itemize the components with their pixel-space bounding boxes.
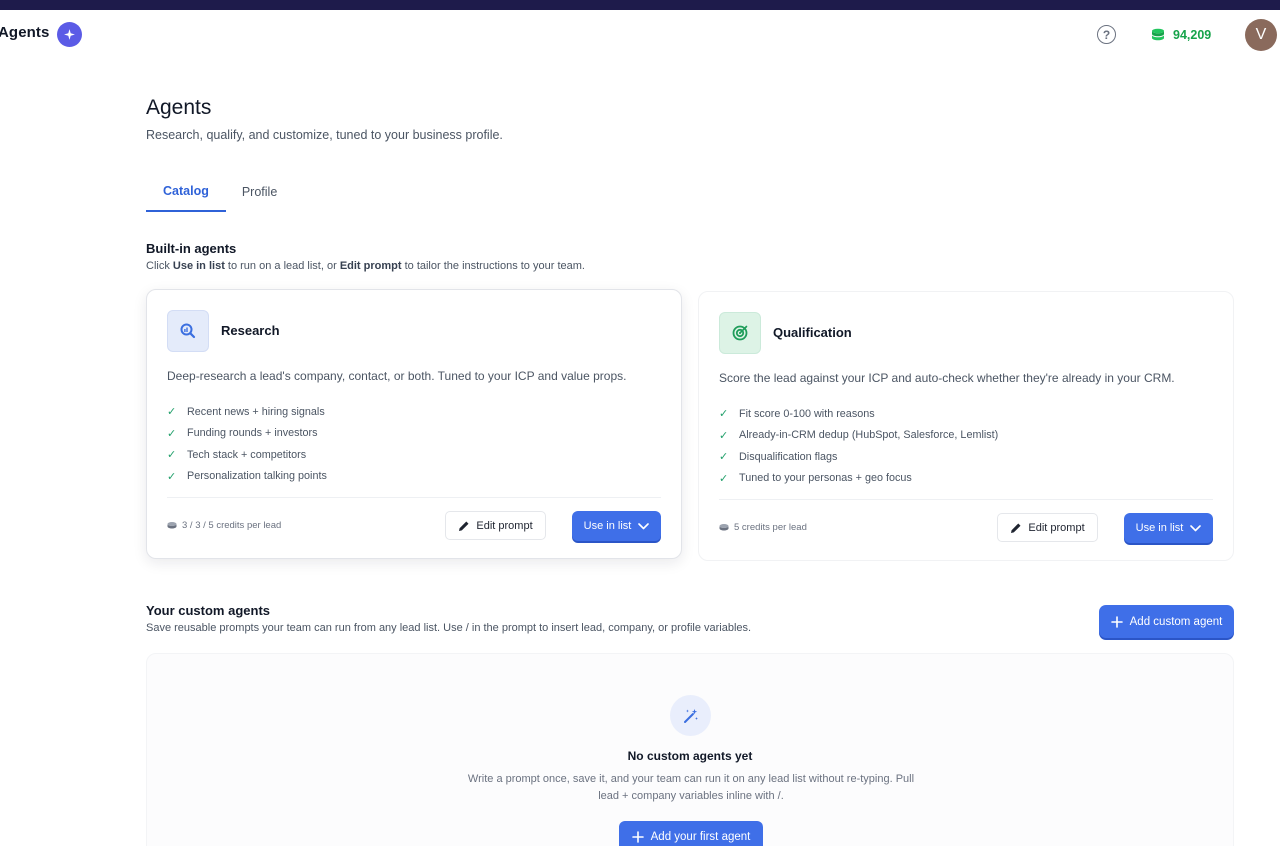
card-description: Deep-research a lead's company, contact,… [167,369,627,383]
card-footer: 5 credits per lead Edit prompt Use in li… [719,512,1213,544]
edit-prompt-button[interactable]: Edit prompt [997,513,1098,542]
edit-prompt-button[interactable]: Edit prompt [445,511,546,540]
pencil-icon [1011,523,1021,533]
top-header: Agents ? 94,209 V [0,10,1280,60]
feature-list: ✓ Recent news + hiring signals ✓ Funding r… [167,401,327,487]
credit-cost: 5 credits per lead [719,522,807,533]
check-icon: ✓ [167,427,177,440]
pencil-icon [459,521,469,531]
page-title: Agents [146,96,212,119]
use-in-list-button[interactable]: Use in list [572,511,661,541]
list-item: ✓ Fit score 0-100 with reasons [719,407,875,421]
custom-agents-desc: Save reusable prompts your team can run … [146,622,752,634]
search-chart-icon [180,323,196,339]
coins-stack-icon [1152,28,1164,41]
add-first-agent-button[interactable]: Add your first agent [619,821,763,846]
builtin-agents-desc: Click Use in list to run on a lead list,… [146,260,585,272]
qualification-agent-card: Qualification Score the lead against you… [698,291,1234,561]
magic-wand-icon [683,708,698,723]
credits-balance[interactable]: 94,209 [1150,25,1211,45]
chevron-down-icon [1190,524,1202,531]
check-icon: ✓ [167,470,177,483]
feature-list: ✓ Fit score 0-100 with reasons ✓ Already-i… [719,403,998,489]
check-icon: ✓ [719,472,729,485]
check-icon: ✓ [719,429,729,442]
list-item: ✓ Recent news + hiring signals [167,405,325,419]
use-in-list-button[interactable]: Use in list [1124,513,1213,543]
custom-agents-empty-state: No custom agents yet Write a prompt once… [146,653,1234,846]
sparkle-button[interactable] [57,22,82,47]
list-item: ✓ Funding rounds + investors [167,427,318,440]
check-icon: ✓ [167,406,177,419]
avatar[interactable]: V [1245,19,1277,51]
custom-agents-title: Your custom agents [146,603,271,618]
question-circle-icon[interactable]: ? [1097,25,1116,44]
card-footer: 3 / 3 / 5 credits per lead Edit prompt U… [167,510,661,542]
sparkle-icon [64,29,75,40]
check-icon: ✓ [167,449,177,462]
qualification-icon-tile [719,312,761,354]
plus-icon [631,831,644,843]
coin-icon [719,524,729,531]
list-item: ✓ Already-in-CRM dedup (HubSpot, Salesfor… [719,429,999,442]
card-title: Qualification [773,325,852,340]
list-item: ✓ Disqualification flags [719,450,838,464]
card-title: Research [221,323,280,338]
divider [719,499,1213,500]
credits-value: 94,209 [1173,28,1212,42]
empty-state-description: Write a prompt once, save it, and your t… [467,773,915,802]
list-item: ✓ Personalization talking points [167,470,327,483]
check-icon: ✓ [719,451,729,464]
credit-cost: 3 / 3 / 5 credits per lead [167,520,281,531]
card-description: Score the lead against your ICP and auto… [719,371,1175,385]
builtin-agents-title: Built-in agents [146,241,237,256]
empty-state-icon-badge [670,695,711,736]
list-item: ✓ Tech stack + competitors [167,448,307,462]
check-icon: ✓ [719,408,729,421]
tab-profile[interactable]: Profile [226,172,294,212]
list-item: ✓ Tuned to your personas + geo focus [719,472,912,485]
window-top-strip [0,0,1280,10]
page-subtitle: Research, qualify, and customize, tuned … [146,128,503,142]
coin-icon [167,522,177,529]
empty-state-title: No custom agents yet [627,749,753,763]
research-agent-card: Research Deep-research a lead's company,… [146,289,682,559]
plus-icon [1110,615,1123,628]
add-custom-agent-button[interactable]: Add custom agent [1099,605,1234,638]
chevron-down-icon [638,522,650,529]
target-icon [732,325,748,341]
app-title: Agents [0,24,50,41]
divider [167,497,661,498]
tab-bar: Catalog Profile [146,172,294,212]
tab-catalog[interactable]: Catalog [146,172,226,212]
research-icon-tile [167,310,209,352]
